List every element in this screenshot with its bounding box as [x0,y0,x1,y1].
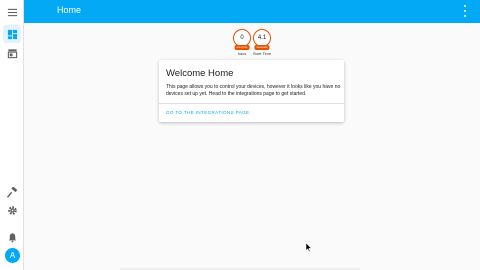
badge-label: Start Time [252,51,272,56]
hamburger-icon [7,8,17,16]
sidebar-item-developer-tools[interactable] [3,183,21,201]
badge-tag: seconds [254,45,270,50]
sidebar-item-configuration[interactable] [3,201,21,219]
overflow-menu-button[interactable] [462,5,468,17]
sidebar-item-store[interactable] [3,44,21,62]
mouse-cursor-icon [306,243,312,252]
card-title: Welcome Home [166,68,234,79]
sidebar-item-overview[interactable] [3,25,21,43]
badge-value: 0 [240,35,244,41]
welcome-card: Welcome Home This page allows you to con… [159,60,344,122]
gear-icon [7,205,17,215]
top-app-bar: Home [24,0,480,23]
bell-icon [8,232,16,242]
badge-ring: 4.1 seconds [253,29,271,50]
sidebar-item-notifications[interactable] [3,228,21,246]
badge-ring: 0 ms (ms) [233,29,251,50]
badge-tag: ms (ms) [234,45,250,50]
dot [464,10,466,12]
dashboard-icon [7,29,17,39]
avatar[interactable]: A [5,248,20,263]
page-title: Home [57,5,82,15]
dot [464,15,466,17]
hammer-icon [6,186,17,198]
dot [464,5,466,7]
card-divider [159,103,344,104]
badge-start-time[interactable]: 4.1 seconds Start Time [250,29,274,56]
badge-value: 4.1 [257,35,267,41]
card-body: This page allows you to control your dev… [166,84,341,97]
sidebar: A [0,0,24,270]
menu-toggle-button[interactable] [3,3,21,21]
integrations-page-link[interactable]: GO TO THE INTEGRATIONS PAGE [166,110,249,115]
store-icon [7,48,17,58]
